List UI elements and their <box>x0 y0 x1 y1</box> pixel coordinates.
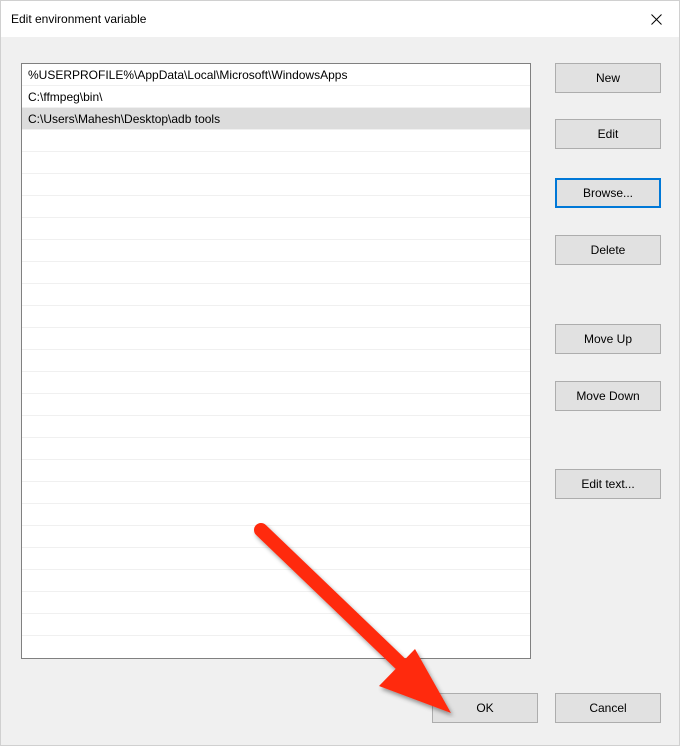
list-item[interactable] <box>22 526 530 548</box>
list-item[interactable] <box>22 504 530 526</box>
move-up-button[interactable]: Move Up <box>555 324 661 354</box>
list-item[interactable] <box>22 482 530 504</box>
move-down-button[interactable]: Move Down <box>555 381 661 411</box>
list-item[interactable] <box>22 306 530 328</box>
edit-button[interactable]: Edit <box>555 119 661 149</box>
list-item[interactable] <box>22 152 530 174</box>
list-item[interactable] <box>22 262 530 284</box>
list-item[interactable] <box>22 570 530 592</box>
list-item[interactable] <box>22 284 530 306</box>
list-item[interactable] <box>22 460 530 482</box>
list-item[interactable] <box>22 350 530 372</box>
delete-button[interactable]: Delete <box>555 235 661 265</box>
list-item[interactable] <box>22 438 530 460</box>
window-title: Edit environment variable <box>11 12 146 26</box>
list-item[interactable] <box>22 416 530 438</box>
list-item[interactable] <box>22 372 530 394</box>
edit-env-var-dialog: Edit environment variable %USERPROFILE%\… <box>0 0 680 746</box>
list-item[interactable] <box>22 614 530 636</box>
close-icon <box>651 14 662 25</box>
list-item[interactable] <box>22 218 530 240</box>
list-item[interactable] <box>22 174 530 196</box>
list-item[interactable]: %USERPROFILE%\AppData\Local\Microsoft\Wi… <box>22 64 530 86</box>
list-item[interactable] <box>22 548 530 570</box>
list-item[interactable] <box>22 394 530 416</box>
cancel-button[interactable]: Cancel <box>555 693 661 723</box>
list-item[interactable]: C:\ffmpeg\bin\ <box>22 86 530 108</box>
list-item[interactable] <box>22 240 530 262</box>
list-item[interactable] <box>22 328 530 350</box>
edit-text-button[interactable]: Edit text... <box>555 469 661 499</box>
path-list[interactable]: %USERPROFILE%\AppData\Local\Microsoft\Wi… <box>21 63 531 659</box>
list-item[interactable] <box>22 592 530 614</box>
browse-button[interactable]: Browse... <box>555 178 661 208</box>
list-item[interactable] <box>22 196 530 218</box>
list-item[interactable] <box>22 130 530 152</box>
close-button[interactable] <box>633 1 679 37</box>
new-button[interactable]: New <box>555 63 661 93</box>
titlebar: Edit environment variable <box>1 1 679 37</box>
ok-button[interactable]: OK <box>432 693 538 723</box>
list-item[interactable]: C:\Users\Mahesh\Desktop\adb tools <box>22 108 530 130</box>
